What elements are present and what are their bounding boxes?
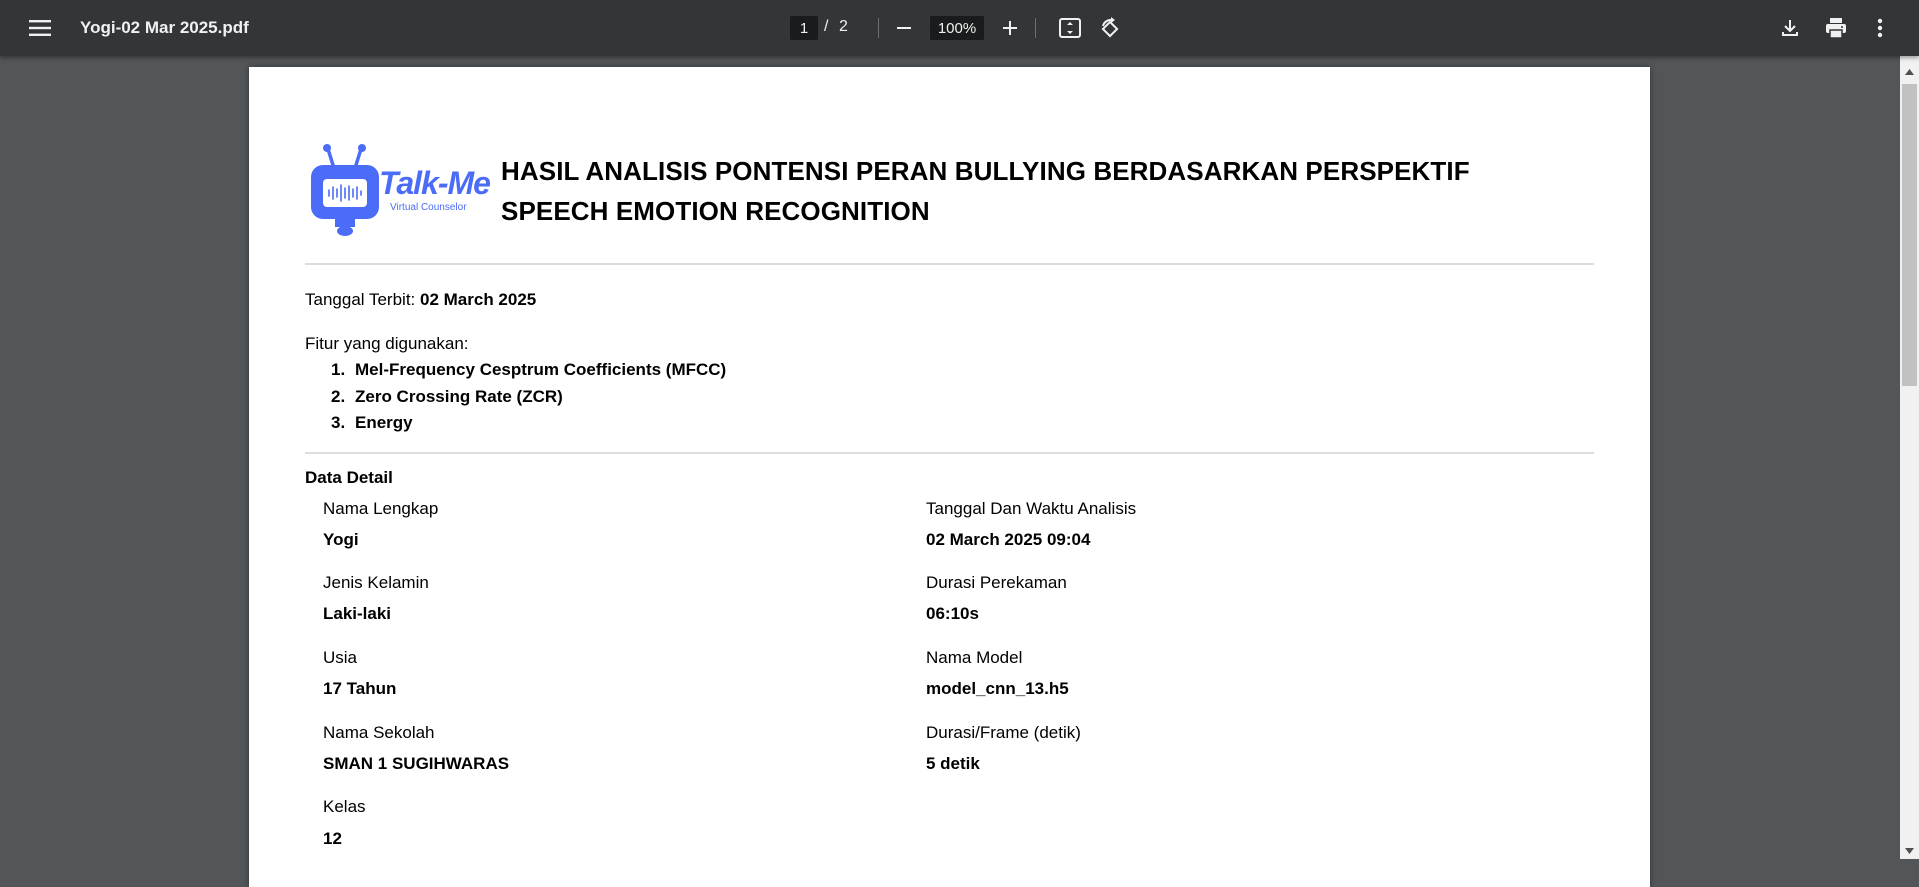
fit-to-page-icon[interactable] xyxy=(1052,10,1088,46)
report-title: HASIL ANALISIS PONTENSI PERAN BULLYING B… xyxy=(501,151,1501,231)
page-number-input[interactable] xyxy=(790,16,818,40)
list-item-number: 2. xyxy=(331,387,346,406)
field-value-kelas: 12 xyxy=(323,829,342,848)
field-label-kelas: Kelas xyxy=(323,797,366,816)
scrollbar-thumb[interactable] xyxy=(1902,84,1917,386)
field-value-nama-lengkap: Yogi xyxy=(323,530,359,549)
publish-date-label: Tanggal Terbit: xyxy=(305,290,416,309)
toolbar-divider xyxy=(1035,18,1036,38)
publish-date-row: Tanggal Terbit: 02 March 2025 xyxy=(305,290,536,310)
field-label-usia: Usia xyxy=(323,648,358,667)
list-item-text: Mel-Frequency Cesptrum Coefficients (MFC… xyxy=(355,360,727,379)
zoom-level-input[interactable] xyxy=(930,16,984,40)
field-value-tanggal-waktu-analisis: 02 March 2025 09:04 xyxy=(926,530,1091,549)
logo-tagline: Virtual Counselor xyxy=(390,202,467,213)
list-item: 2. Zero Crossing Rate (ZCR) xyxy=(331,387,563,407)
data-detail-heading: Data Detail xyxy=(305,468,393,487)
report-title-line-2: SPEECH EMOTION RECOGNITION xyxy=(501,196,930,226)
divider-line xyxy=(305,452,1594,454)
hamburger-menu-icon[interactable] xyxy=(22,10,58,46)
field-value-usia: 17 Tahun xyxy=(323,679,397,698)
scroll-down-icon[interactable] xyxy=(1900,843,1919,859)
list-item-number: 3. xyxy=(331,413,346,432)
field-label-durasi-perekaman: Durasi Perekaman xyxy=(926,573,1067,592)
list-item: 3. Energy xyxy=(331,413,413,433)
field-label-jenis-kelamin: Jenis Kelamin xyxy=(323,573,429,592)
divider-line xyxy=(305,263,1594,265)
list-item-number: 1. xyxy=(331,360,346,379)
logo-brand-text: Talk-Me xyxy=(379,165,491,201)
publish-date-value: 02 March 2025 xyxy=(420,290,537,309)
zoom-out-icon[interactable] xyxy=(886,10,922,46)
field-label-durasi-frame: Durasi/Frame (detik) xyxy=(926,723,1081,742)
more-options-icon[interactable] xyxy=(1862,10,1898,46)
scroll-up-icon[interactable] xyxy=(1900,64,1919,80)
pdf-page: Talk-Me Virtual Counselor HASIL ANALISIS… xyxy=(249,67,1650,887)
page-separator: / xyxy=(824,18,829,35)
download-icon[interactable] xyxy=(1772,10,1808,46)
field-value-durasi-perekaman: 06:10s xyxy=(926,604,979,623)
features-label: Fitur yang digunakan: xyxy=(305,334,469,353)
field-label-tanggal-waktu-analisis: Tanggal Dan Waktu Analisis xyxy=(926,499,1137,518)
talk-me-logo: Talk-Me Virtual Counselor xyxy=(311,143,491,239)
field-value-nama-sekolah: SMAN 1 SUGIHWARAS xyxy=(323,754,510,773)
pdf-toolbar: Yogi-02 Mar 2025.pdf / 2 xyxy=(0,0,1919,56)
list-item: 1. Mel-Frequency Cesptrum Coefficients (M… xyxy=(331,360,726,380)
report-title-line-1: HASIL ANALISIS PONTENSI PERAN BULLYING B… xyxy=(501,156,1470,186)
field-label-nama-lengkap: Nama Lengkap xyxy=(323,499,439,518)
print-icon[interactable] xyxy=(1818,10,1854,46)
total-pages: 2 xyxy=(839,18,848,35)
field-value-nama-model: model_cnn_13.h5 xyxy=(926,679,1069,698)
field-label-nama-sekolah: Nama Sekolah xyxy=(323,723,435,742)
document-title: Yogi-02 Mar 2025.pdf xyxy=(80,18,249,37)
field-value-durasi-frame: 5 detik xyxy=(926,754,980,773)
zoom-in-icon[interactable] xyxy=(992,10,1028,46)
field-label-nama-model: Nama Model xyxy=(926,648,1023,667)
rotate-icon[interactable] xyxy=(1092,10,1128,46)
field-value-jenis-kelamin: Laki-laki xyxy=(323,604,392,623)
list-item-text: Zero Crossing Rate (ZCR) xyxy=(355,387,563,406)
toolbar-divider xyxy=(878,18,879,38)
list-item-text: Energy xyxy=(355,413,413,432)
